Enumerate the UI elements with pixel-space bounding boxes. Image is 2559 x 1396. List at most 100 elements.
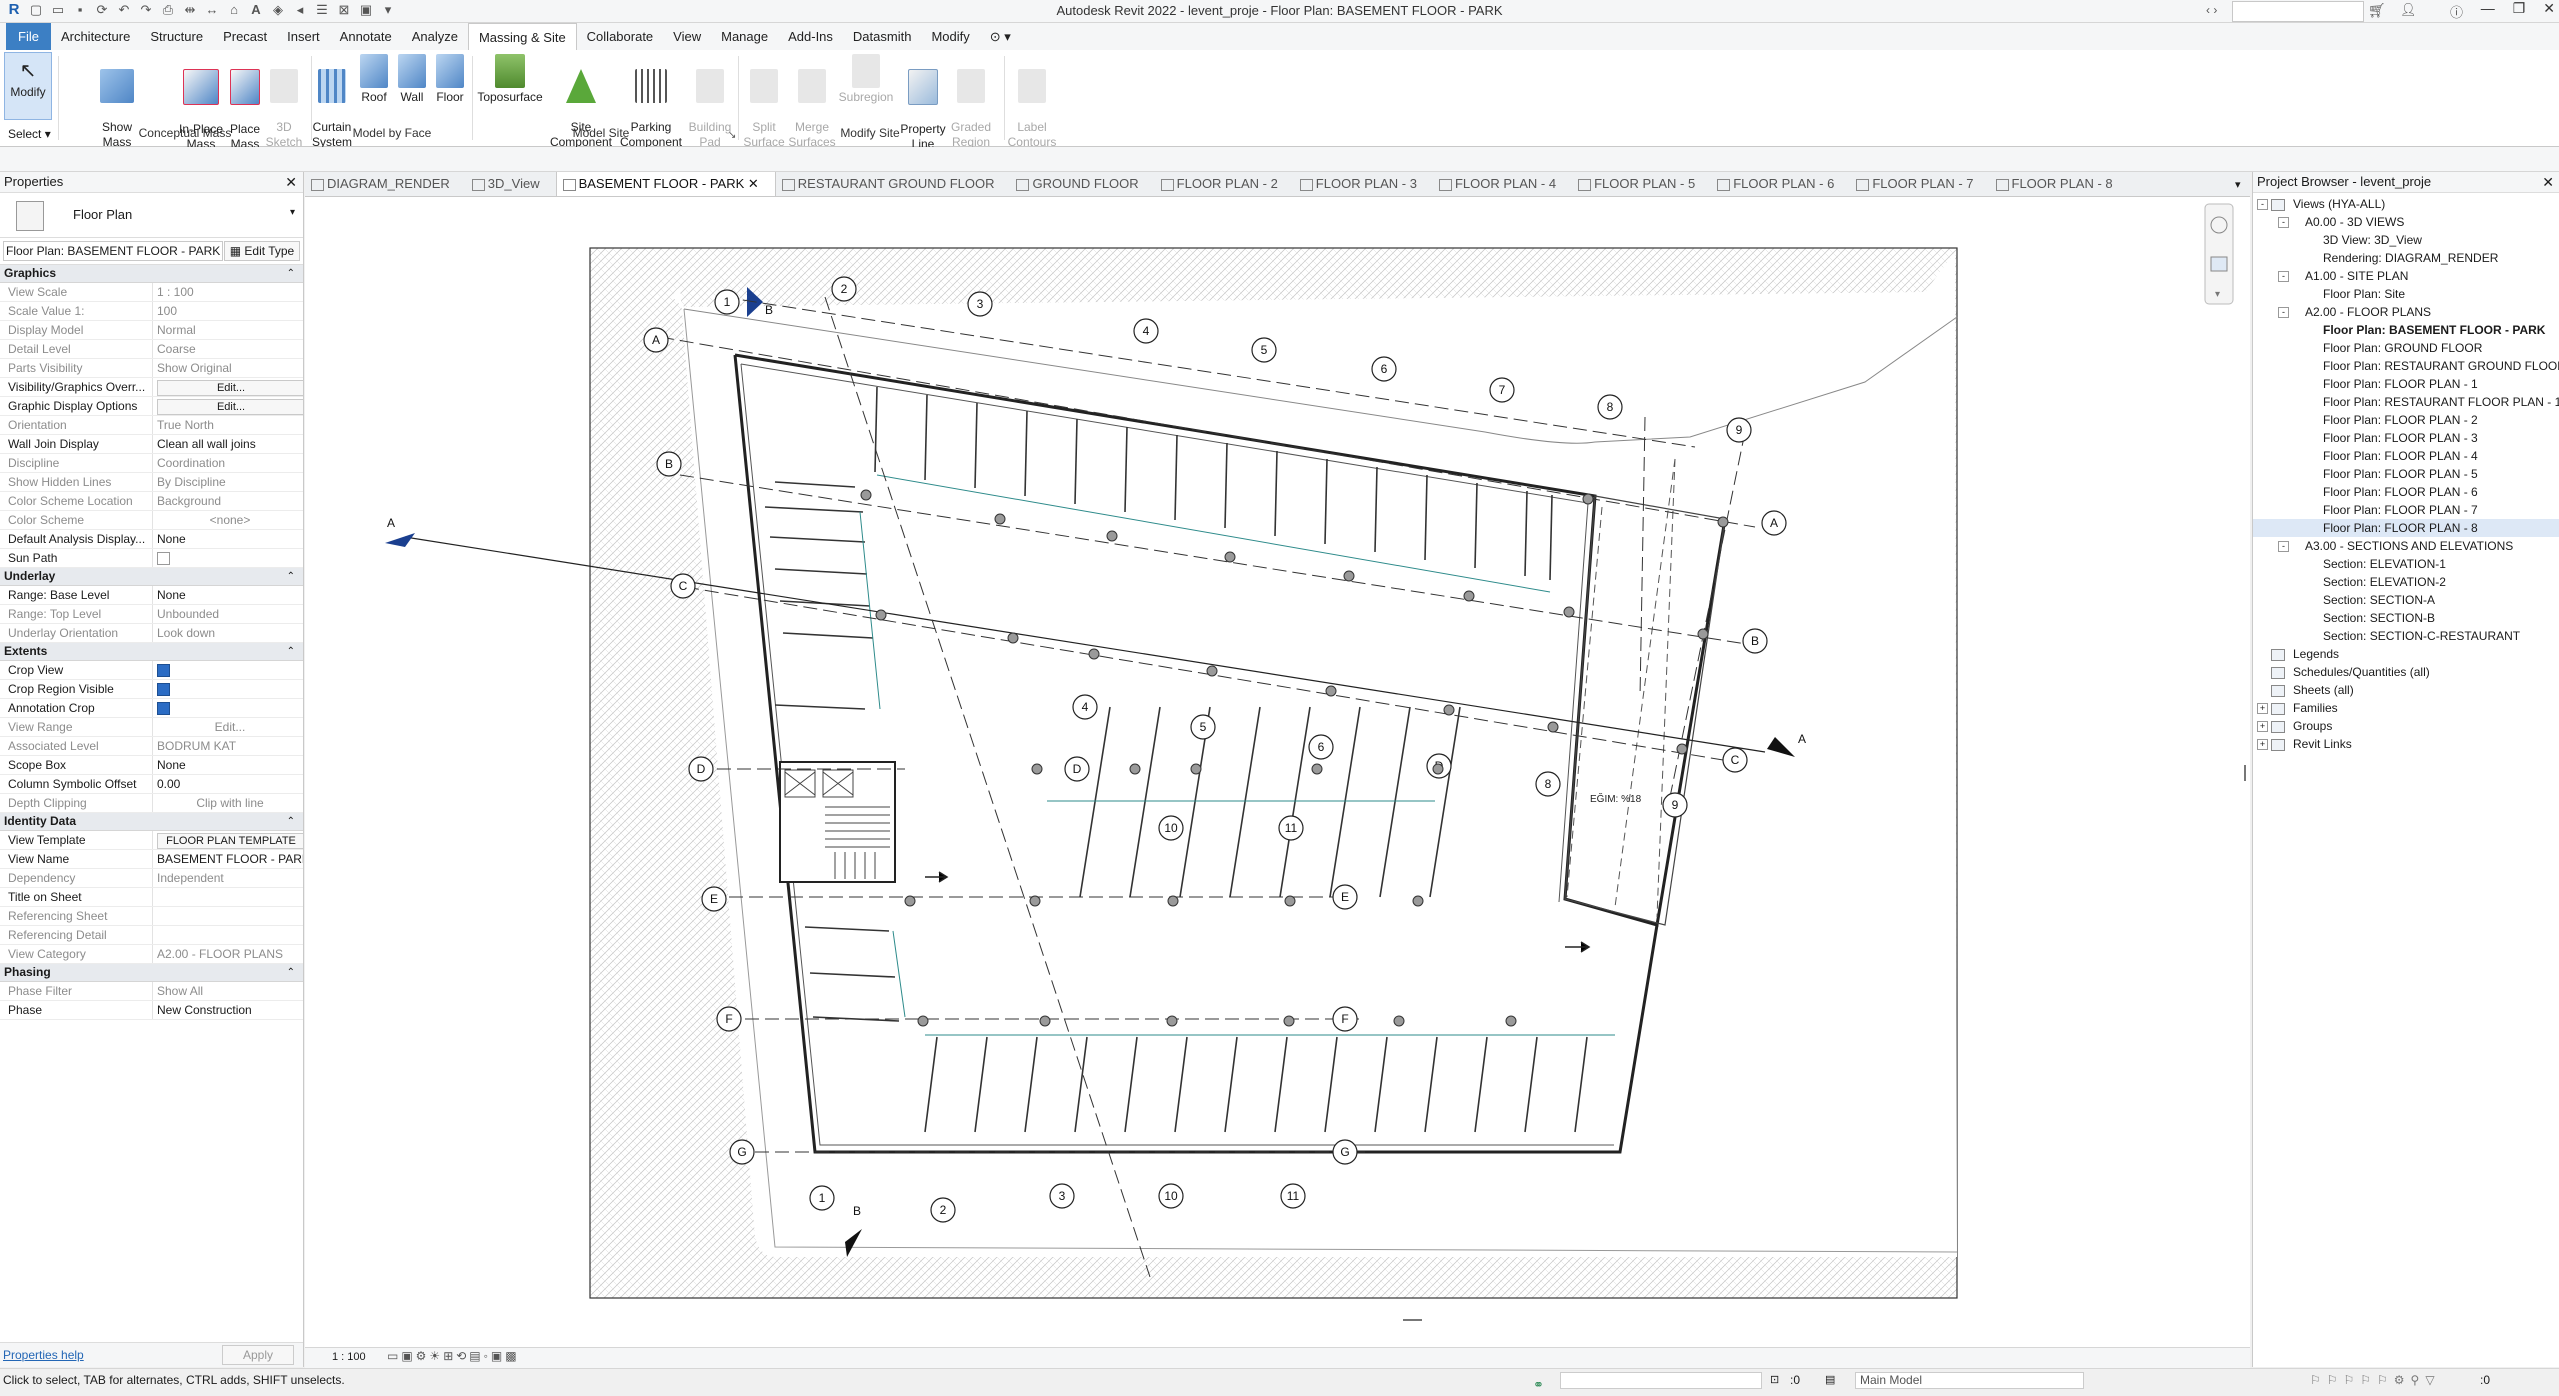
prop-value[interactable]: By Discipline [153,473,303,491]
browser-node[interactable]: - A3.00 - SECTIONS AND ELEVATIONS [2253,537,2559,555]
grid-bubble[interactable]: 5 [1251,337,1277,363]
close-tab-icon[interactable]: ✕ [744,176,759,191]
checkbox[interactable] [157,683,170,696]
browser-node[interactable]: + Groups [2253,717,2559,735]
grid-bubble[interactable]: C [1722,747,1748,773]
prop-group-underlay[interactable]: Underlay ⌃ [0,568,303,586]
structural-column[interactable] [1412,895,1424,907]
structural-column[interactable] [917,1015,929,1027]
grid-bubble[interactable]: 9 [1662,792,1688,818]
prop-row[interactable]: Referencing Sheet [0,907,303,926]
prop-value[interactable]: Normal [153,321,303,339]
structural-column[interactable] [875,609,887,621]
design-options-icon[interactable]: ▤ [1825,1369,1835,1392]
expand-icon[interactable]: + [2257,721,2268,732]
prop-row[interactable]: Orientation True North [0,416,303,435]
prop-row[interactable]: Phase New Construction [0,1001,303,1020]
checkbox[interactable] [157,702,170,715]
prop-value[interactable] [153,661,303,679]
collapse-icon[interactable]: - [2278,307,2289,318]
view-tab-floor-plan-3[interactable]: FLOOR PLAN - 3 [1294,172,1433,196]
structural-column[interactable] [1393,1015,1405,1027]
browser-node[interactable]: Floor Plan: FLOOR PLAN - 2 [2253,411,2559,429]
subregion-button[interactable]: Subregion [836,54,896,105]
grid-bubble[interactable]: 7 [1489,377,1515,403]
prop-row[interactable]: Graphic Display Options Edit... [0,397,303,416]
structural-column[interactable] [1284,895,1296,907]
design-option-select[interactable]: Main Model [1855,1372,2084,1389]
structural-column[interactable] [1029,895,1041,907]
browser-node[interactable]: Sheets (all) [2253,681,2559,699]
prop-row[interactable]: Referencing Detail [0,926,303,945]
search-input[interactable] [2232,1,2364,22]
grid-bubble[interactable]: 5 [1190,714,1216,740]
view-tab-restaurant-ground-floor[interactable]: RESTAURANT GROUND FLOOR [776,172,1011,196]
prop-row[interactable]: Scale Value 1: 100 [0,302,303,321]
prop-value[interactable]: Show Original [153,359,303,377]
floor-plan-drawing[interactable]: EĞIM: %18 A A B B 123456789123 10 11ABCD… [305,197,2250,1347]
browser-node[interactable]: Floor Plan: FLOOR PLAN - 1 [2253,375,2559,393]
structural-column[interactable] [1547,721,1559,733]
grid-bubble[interactable]: 4 [1072,694,1098,720]
collapse-icon[interactable]: - [2278,271,2289,282]
structural-column[interactable] [1463,590,1475,602]
prop-row[interactable]: Sun Path [0,549,303,568]
prop-row[interactable]: Color Scheme Location Background [0,492,303,511]
prop-value[interactable]: Coarse [153,340,303,358]
browser-node[interactable]: 3D View: 3D_View [2253,231,2559,249]
prop-value[interactable]: Independent [153,869,303,887]
grid-bubble[interactable]: 4 [1133,318,1159,344]
browser-node[interactable]: Section: ELEVATION-2 [2253,573,2559,591]
view-tab-floor-plan-5[interactable]: FLOOR PLAN - 5 [1572,172,1711,196]
prop-value[interactable]: Unbounded [153,605,303,623]
browser-node[interactable]: Section: SECTION-A [2253,591,2559,609]
selection-filter-icons[interactable]: ⚐⚐⚐⚐⚐⚙⚲▽ [2310,1369,2441,1392]
structural-column[interactable] [904,895,916,907]
prop-row[interactable]: Underlay Orientation Look down [0,624,303,643]
prop-row[interactable]: Scope Box None [0,756,303,775]
browser-node[interactable]: Schedules/Quantities (all) [2253,663,2559,681]
prop-group-extents[interactable]: Extents ⌃ [0,643,303,661]
instance-filter-select[interactable]: Floor Plan: BASEMENT FLOOR - PARK [3,241,223,261]
prop-value[interactable]: True North [153,416,303,434]
floor-button[interactable]: Floor [432,54,468,105]
grid-bubble[interactable]: 10 [1158,1183,1184,1209]
grid-bubble[interactable]: 1 [809,1185,835,1211]
prop-value[interactable] [153,926,303,944]
grid-bubble[interactable]: F [716,1006,742,1032]
checkbox[interactable] [157,664,170,677]
help-icon[interactable]: ⓘ [2450,2,2463,21]
grid-bubble[interactable]: 3 [1049,1183,1075,1209]
section-a-head-left[interactable] [385,533,415,547]
collapse-icon[interactable]: ⌃ [287,643,295,660]
prop-row[interactable]: Column Symbolic Offset 0.00 [0,775,303,794]
grid-bubble[interactable]: B [1742,628,1768,654]
browser-node[interactable]: Floor Plan: FLOOR PLAN - 4 [2253,447,2559,465]
browser-node[interactable]: Floor Plan: FLOOR PLAN - 3 [2253,429,2559,447]
ribbon-tab-massing-site[interactable]: Massing & Site [467,22,577,51]
workset-select[interactable] [1560,1372,1762,1389]
grid-bubble[interactable]: B [656,451,682,477]
expand-icon[interactable]: + [2257,703,2268,714]
structural-column[interactable] [1283,1015,1295,1027]
structural-column[interactable] [1166,1015,1178,1027]
grid-bubble[interactable]: 2 [930,1197,956,1223]
search-arrows-icon[interactable]: ‹ › [2206,3,2217,17]
prop-row[interactable]: Discipline Coordination [0,454,303,473]
grid-bubble[interactable]: 6 [1308,734,1334,760]
prop-value[interactable]: New Construction [153,1001,303,1019]
view-tab-floor-plan-2[interactable]: FLOOR PLAN - 2 [1155,172,1294,196]
browser-node[interactable]: + Families [2253,699,2559,717]
view-tab-floor-plan-4[interactable]: FLOOR PLAN - 4 [1433,172,1572,196]
prop-value[interactable]: Show All [153,982,303,1000]
ribbon-tab-view[interactable]: View [663,23,711,50]
prop-row[interactable]: View Name BASEMENT FLOOR - PARK [0,850,303,869]
prop-value[interactable]: Coordination [153,454,303,472]
roof-button[interactable]: Roof [356,54,392,105]
prop-value[interactable] [153,680,303,698]
browser-node[interactable]: Section: ELEVATION-1 [2253,555,2559,573]
browser-node[interactable]: - A1.00 - SITE PLAN [2253,267,2559,285]
structural-column[interactable] [1563,606,1575,618]
structural-column[interactable] [1031,763,1043,775]
minimize-icon[interactable]: — [2481,0,2495,17]
